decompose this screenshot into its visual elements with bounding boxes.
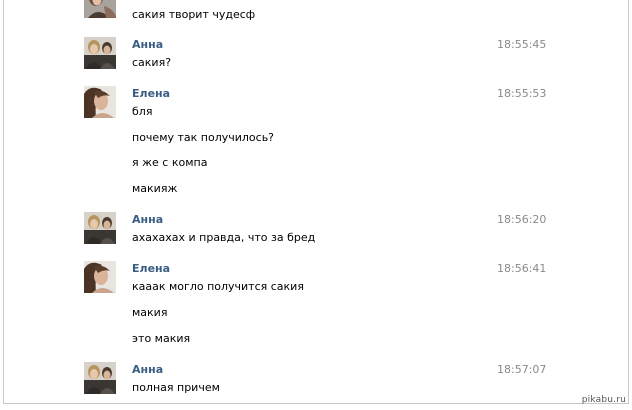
avatar[interactable] <box>84 86 116 118</box>
message-text: я же с компа <box>132 156 208 169</box>
message-author[interactable]: Елена <box>132 262 170 275</box>
avatar[interactable] <box>84 0 116 18</box>
message-text: сакия? <box>132 56 172 69</box>
message-time: 18:55:45 <box>497 38 547 51</box>
message-text: полная причем <box>132 381 220 394</box>
message-time: 18:56:20 <box>497 213 547 226</box>
message-text: макияж <box>132 182 178 195</box>
message-text: бля <box>132 105 153 118</box>
message-author[interactable]: Елена <box>132 87 170 100</box>
message-author[interactable]: Анна <box>132 363 163 376</box>
message-author[interactable]: Анна <box>132 213 163 226</box>
message-text: почему так получилось? <box>132 131 275 144</box>
message-text: макия <box>132 306 168 319</box>
message-text: ахахахах и правда, что за бред <box>132 231 316 244</box>
watermark: pikabu.ru <box>581 395 626 405</box>
avatar[interactable] <box>84 212 116 244</box>
message-time: 18:56:41 <box>497 262 547 275</box>
avatar[interactable] <box>84 37 116 69</box>
message-text: это макия <box>132 332 191 345</box>
avatar[interactable] <box>84 261 116 293</box>
chat-window: сакия творит чудесф Анна 18:55:45 сакия? <box>3 0 629 404</box>
message-author[interactable]: Анна <box>132 38 163 51</box>
message-time: 18:55:53 <box>497 87 547 100</box>
message-time: 18:57:07 <box>497 363 547 376</box>
message-text: кааак могло получится сакия <box>132 280 304 293</box>
message-text: сакия творит чудесф <box>132 8 256 21</box>
avatar[interactable] <box>84 362 116 394</box>
